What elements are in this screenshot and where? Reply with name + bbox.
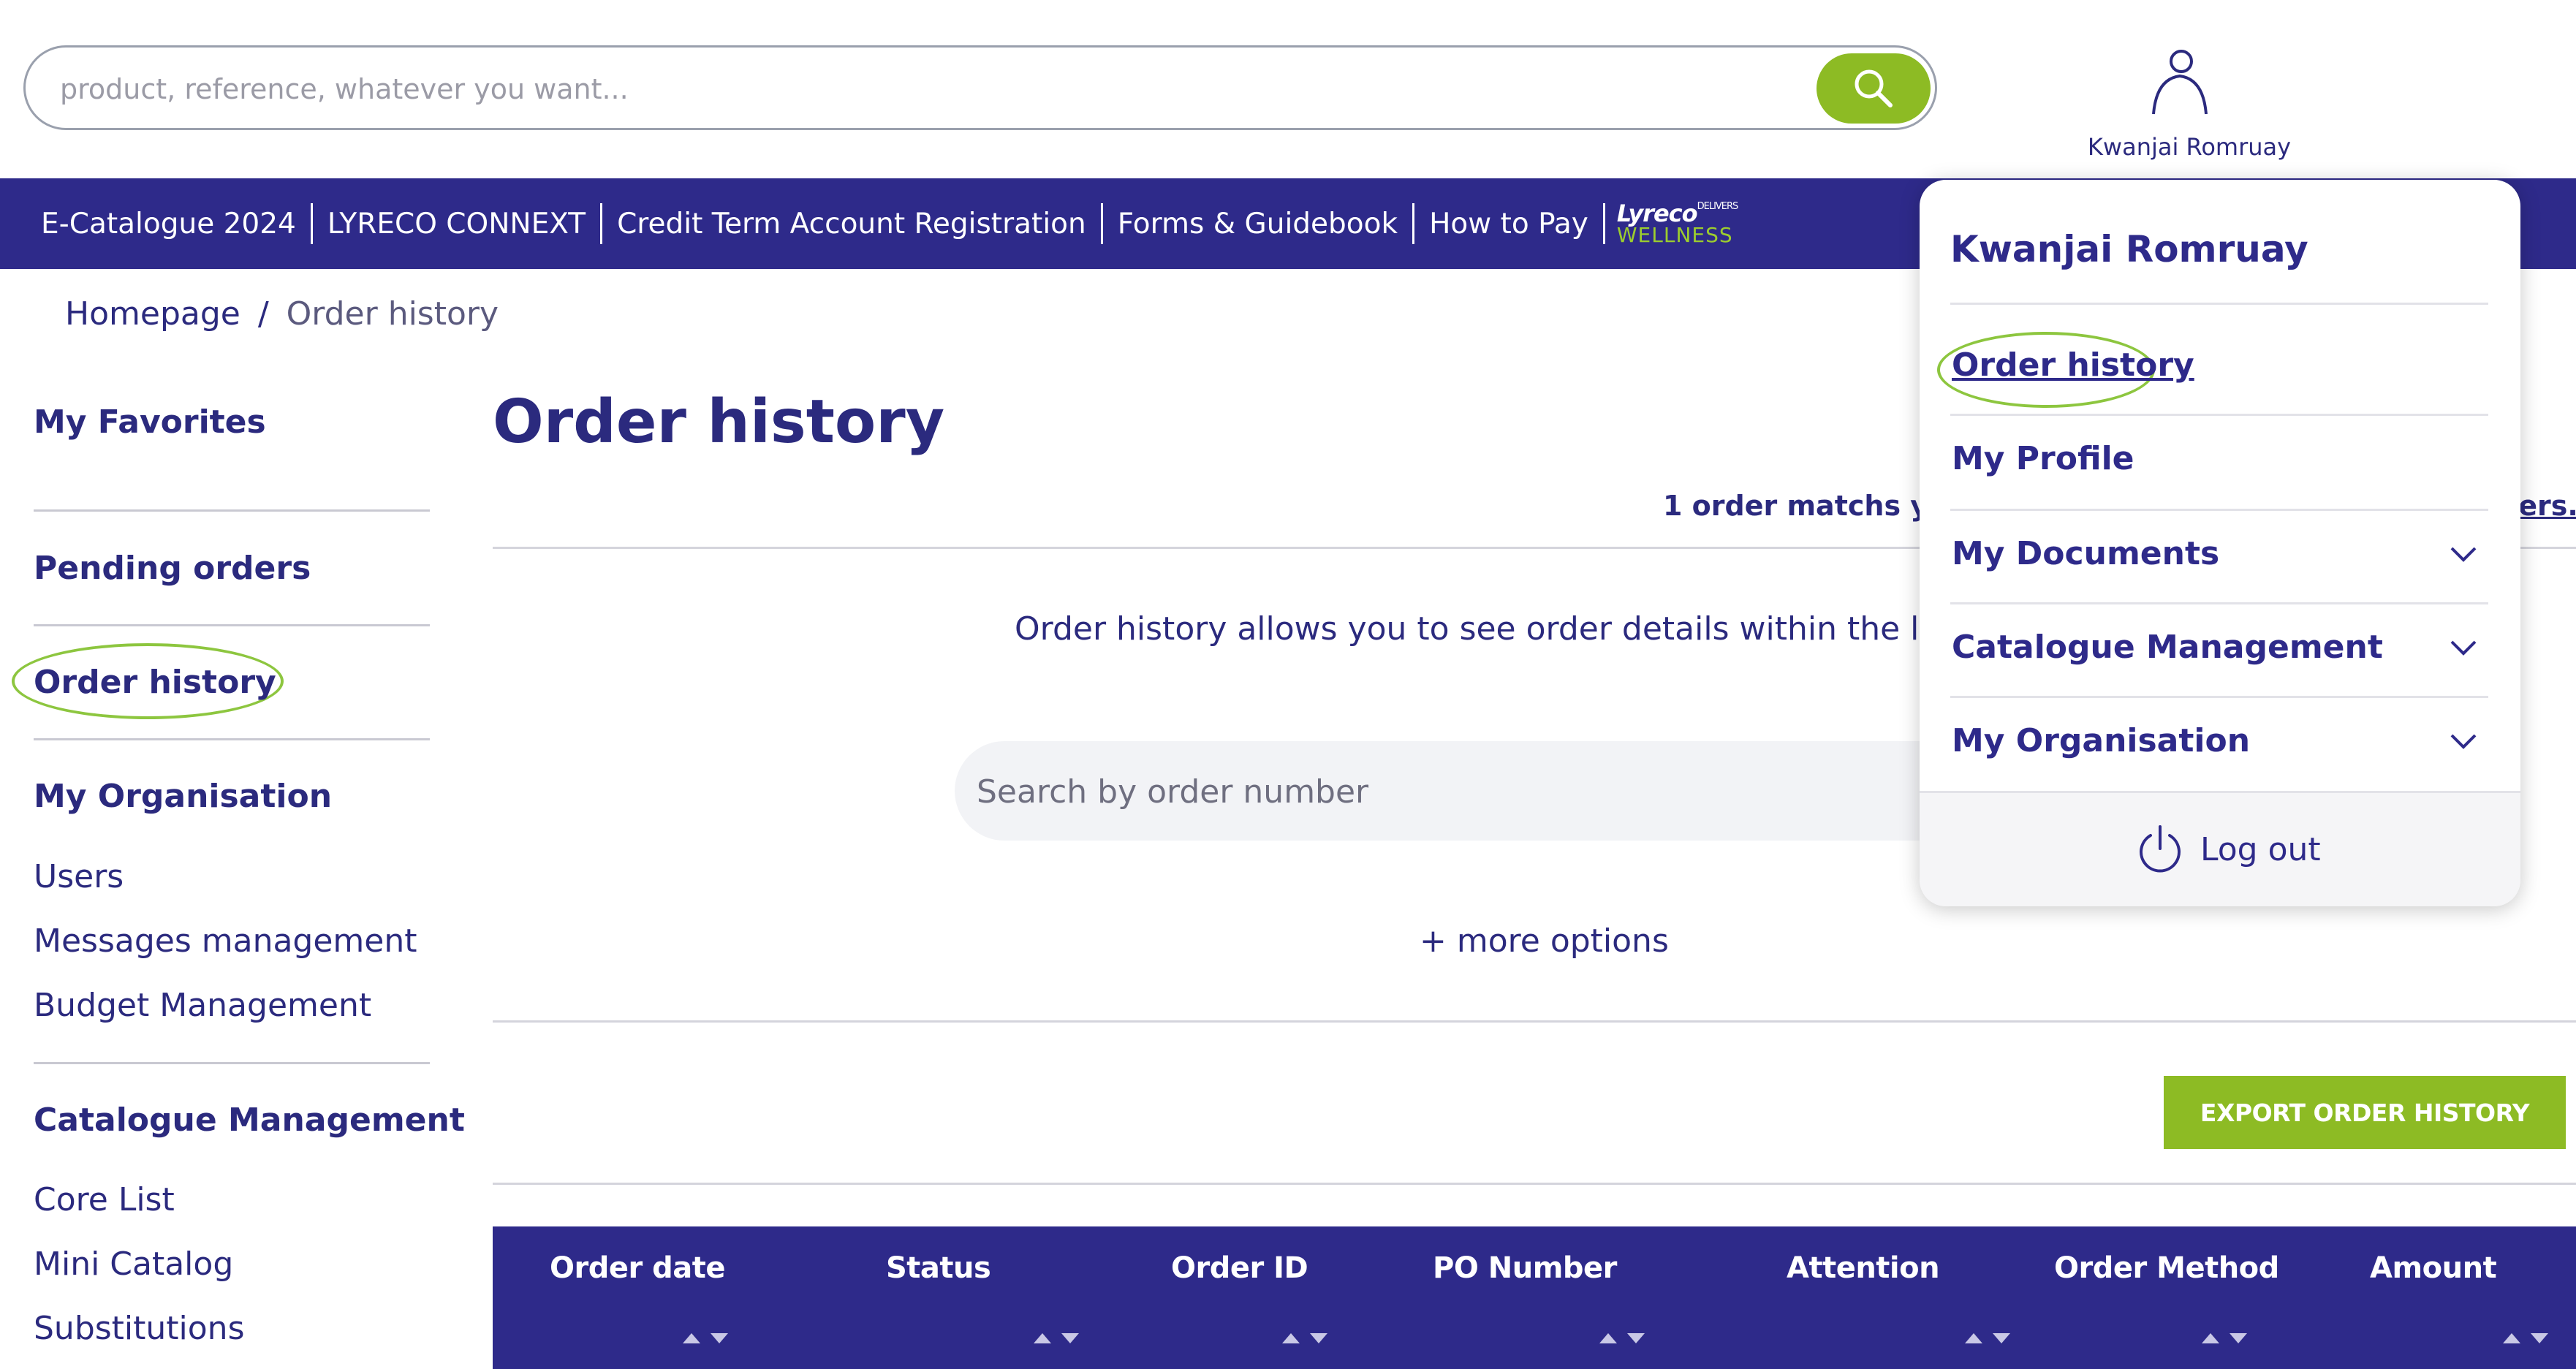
dropdown-item-catalogue-management[interactable]: Catalogue Management (1952, 629, 2383, 666)
breadcrumb-current: Order history (286, 295, 499, 333)
nav-items: E-Catalogue 2024 LYRECO CONNEXT Credit T… (26, 178, 1738, 269)
column-amount[interactable]: Amount (2370, 1251, 2497, 1285)
dropdown-divider (1950, 696, 2488, 698)
dropdown-user-name: Kwanjai Romruay (1950, 228, 2308, 270)
breadcrumb-home[interactable]: Homepage (65, 295, 240, 333)
chevron-down-icon[interactable] (2449, 732, 2478, 750)
logout-label: Log out (2200, 830, 2321, 868)
chevron-down-icon[interactable] (2449, 545, 2478, 563)
order-number-search-input[interactable] (975, 769, 1855, 814)
section-divider (493, 1183, 2576, 1185)
section-divider (493, 1020, 2576, 1023)
sort-arrows-icon[interactable] (1963, 1329, 2015, 1346)
sidebar-catalogue-management[interactable]: Catalogue Management (34, 1101, 465, 1139)
column-attention[interactable]: Attention (1787, 1251, 1940, 1285)
sidebar-my-favorites[interactable]: My Favorites (34, 403, 266, 441)
column-status[interactable]: Status (886, 1251, 991, 1285)
sort-arrows-icon[interactable] (1032, 1329, 1083, 1346)
user-icon[interactable] (2149, 47, 2211, 117)
sort-arrows-icon[interactable] (2200, 1329, 2251, 1346)
sort-arrows-icon[interactable] (2501, 1329, 2553, 1346)
nav-item-e-catalogue[interactable]: E-Catalogue 2024 (26, 208, 311, 240)
sidebar-item-users[interactable]: Users (34, 858, 124, 895)
dropdown-divider (1950, 414, 2488, 416)
order-search-box (955, 741, 1978, 841)
sidebar-item-mini-catalog[interactable]: Mini Catalog (34, 1245, 233, 1283)
dropdown-divider (1950, 303, 2488, 305)
sidebar-order-history[interactable]: Order history (34, 664, 276, 701)
sort-arrows-icon[interactable] (1281, 1329, 1332, 1346)
dropdown-item-my-organisation[interactable]: My Organisation (1952, 722, 2250, 759)
logo-delivers-text: DELIVERS (1697, 201, 1739, 212)
dropdown-footer: Log out (1920, 791, 2520, 906)
column-order-date[interactable]: Order date (550, 1251, 726, 1285)
order-table-header: Order date Status Order ID PO Number Att… (493, 1226, 2576, 1369)
nav-item-lyreco-connext[interactable]: LYRECO CONNEXT (313, 208, 600, 240)
column-po-number[interactable]: PO Number (1433, 1251, 1617, 1285)
page-title: Order history (493, 387, 945, 457)
search-icon (1855, 69, 1893, 107)
more-options-link[interactable]: + more options (1420, 922, 1669, 960)
header-search-button[interactable] (1817, 53, 1931, 124)
order-history-info: Order history allows you to see order de… (1015, 610, 1999, 648)
logout-button[interactable]: Log out (2136, 824, 2321, 875)
sort-arrows-icon[interactable] (1598, 1329, 1649, 1346)
dropdown-divider (1950, 509, 2488, 511)
sidebar-divider (34, 1062, 430, 1064)
sidebar-divider (34, 624, 430, 626)
sidebar-item-core-list[interactable]: Core List (34, 1181, 175, 1218)
nav-item-how-to-pay[interactable]: How to Pay (1414, 208, 1603, 240)
header-user-name[interactable]: Kwanjai Romruay (2069, 133, 2310, 161)
column-order-method[interactable]: Order Method (2054, 1251, 2279, 1285)
header-search-input[interactable] (58, 68, 1743, 110)
sidebar-my-organisation[interactable]: My Organisation (34, 778, 332, 815)
sidebar-pending-orders[interactable]: Pending orders (34, 550, 311, 587)
nav-item-forms-guidebook[interactable]: Forms & Guidebook (1103, 208, 1412, 240)
lyreco-wellness-logo[interactable]: LyrecoDELIVERS WELLNESS (1605, 202, 1738, 246)
header-search-bar (23, 45, 1937, 130)
sidebar-divider (34, 738, 430, 740)
dropdown-item-my-profile[interactable]: My Profile (1952, 440, 2134, 477)
breadcrumb: Homepage / Order history (65, 295, 499, 333)
dropdown-divider (1950, 602, 2488, 604)
dropdown-item-my-documents[interactable]: My Documents (1952, 535, 2219, 572)
sidebar-divider (34, 509, 430, 512)
power-icon (2140, 825, 2181, 873)
sort-arrows-icon[interactable] (681, 1329, 732, 1346)
logo-wellness-text: WELLNESS (1616, 223, 1733, 247)
nav-item-credit-term[interactable]: Credit Term Account Registration (602, 208, 1101, 240)
user-account-dropdown: Kwanjai Romruay Order history My Profile… (1920, 180, 2520, 906)
chevron-down-icon[interactable] (2449, 639, 2478, 656)
sidebar-item-messages-management[interactable]: Messages management (34, 922, 417, 960)
breadcrumb-separator: / (257, 295, 269, 333)
sidebar-item-budget-management[interactable]: Budget Management (34, 987, 371, 1024)
export-order-history-button[interactable]: EXPORT ORDER HISTORY (2164, 1076, 2566, 1149)
sidebar-item-substitutions[interactable]: Substitutions (34, 1310, 245, 1347)
dropdown-item-order-history[interactable]: Order history (1952, 346, 2194, 384)
column-order-id[interactable]: Order ID (1171, 1251, 1308, 1285)
